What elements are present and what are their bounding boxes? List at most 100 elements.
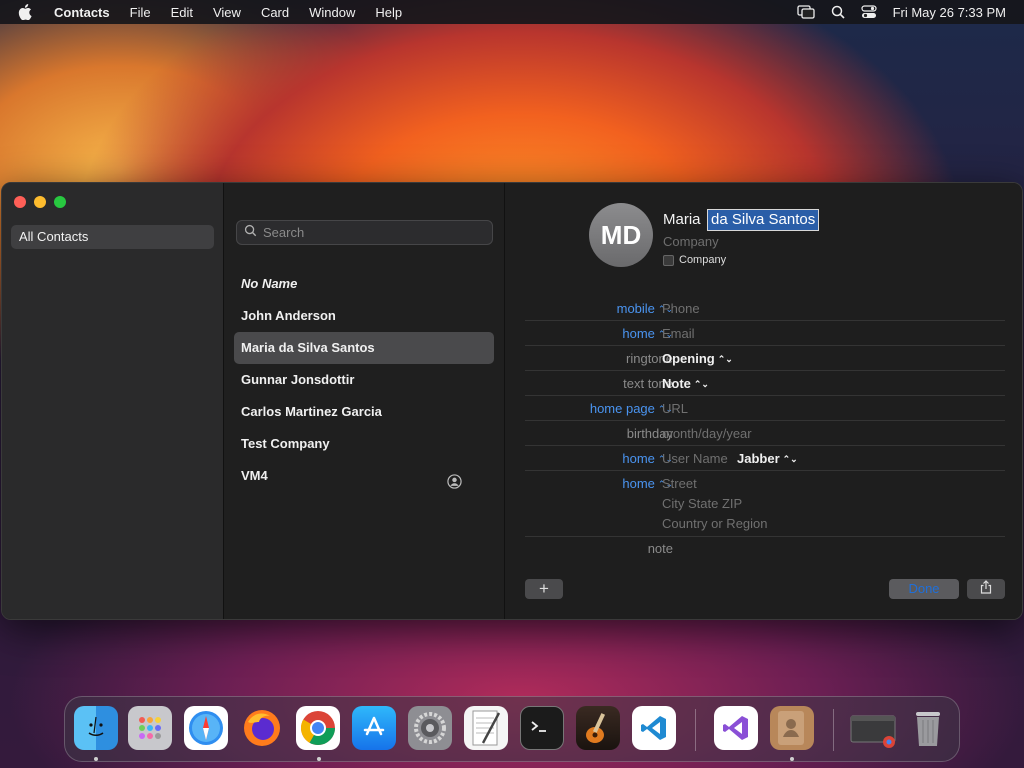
first-name-field[interactable]: Maria bbox=[663, 211, 701, 228]
company-checkbox-label: Company bbox=[679, 254, 727, 266]
zoom-button[interactable] bbox=[54, 196, 66, 208]
contact-item-test-company[interactable]: Test Company bbox=[234, 428, 494, 460]
field-label-text: mobile bbox=[616, 301, 655, 316]
street-input[interactable]: Street bbox=[662, 476, 697, 491]
minimize-button[interactable] bbox=[34, 196, 46, 208]
running-indicator bbox=[94, 757, 98, 761]
done-button[interactable]: Done bbox=[889, 579, 959, 599]
contacts-icon[interactable] bbox=[770, 706, 814, 750]
company-checkbox[interactable]: Company bbox=[663, 254, 726, 266]
running-indicator bbox=[317, 757, 321, 761]
field-label-text: home bbox=[622, 326, 655, 341]
garageband-icon[interactable] bbox=[576, 706, 620, 750]
contact-item-john-anderson[interactable]: John Anderson bbox=[234, 300, 494, 332]
country-input[interactable]: Country or Region bbox=[662, 516, 768, 531]
im-service-select[interactable]: Jabber ⌃⌄ bbox=[737, 451, 798, 466]
field-row-instant-message: home ⌃⌄ User Name Jabber ⌃⌄ bbox=[525, 446, 1005, 471]
menu-app-name[interactable]: Contacts bbox=[54, 5, 110, 20]
ringtone-value: Opening bbox=[662, 351, 715, 366]
terminal-icon[interactable] bbox=[520, 706, 564, 750]
add-field-button[interactable]: + bbox=[525, 579, 563, 599]
menu-window[interactable]: Window bbox=[309, 5, 355, 20]
contact-item-label: No Name bbox=[241, 276, 298, 291]
chrome-window-icon[interactable] bbox=[848, 706, 900, 750]
contact-item-label: VM4 bbox=[241, 468, 268, 483]
contact-item-label: Gunnar Jonsdottir bbox=[241, 372, 355, 387]
contact-item-label: Test Company bbox=[241, 436, 330, 451]
contact-item-vm4[interactable]: VM4 bbox=[234, 460, 494, 492]
note-input[interactable] bbox=[662, 541, 962, 557]
contact-item-label: Carlos Martinez Garcia bbox=[241, 404, 382, 419]
url-input[interactable]: URL bbox=[662, 401, 688, 416]
share-button[interactable] bbox=[967, 579, 1005, 599]
field-row-email: home ⌃⌄ Email bbox=[525, 321, 1005, 346]
menu-edit[interactable]: Edit bbox=[171, 5, 193, 20]
text-tone-select[interactable]: Note ⌃⌄ bbox=[662, 376, 709, 391]
visual-studio-icon[interactable] bbox=[714, 706, 758, 750]
my-card-icon bbox=[447, 469, 462, 501]
textedit-icon[interactable] bbox=[464, 706, 508, 750]
avatar[interactable]: MD bbox=[589, 203, 653, 267]
sidebar-item-all-contacts[interactable]: All Contacts bbox=[11, 225, 214, 249]
chrome-icon[interactable] bbox=[296, 706, 340, 750]
checkbox-box[interactable] bbox=[663, 254, 674, 266]
contact-item-gunnar-jonsdottir[interactable]: Gunnar Jonsdottir bbox=[234, 364, 494, 396]
phone-input[interactable]: Phone bbox=[662, 301, 700, 316]
screen-mirroring-icon[interactable] bbox=[796, 5, 815, 19]
trash-icon[interactable] bbox=[906, 706, 950, 750]
field-label-text: home bbox=[622, 476, 655, 491]
field-row-address: home ⌃⌄ Street City State ZIP Country or … bbox=[525, 471, 1005, 537]
dock-separator bbox=[833, 709, 834, 751]
spotlight-search-icon[interactable] bbox=[831, 5, 845, 19]
contact-list: No Name John Anderson Maria da Silva San… bbox=[224, 183, 505, 619]
control-center-icon[interactable] bbox=[860, 5, 877, 19]
dock-separator bbox=[695, 709, 696, 751]
running-indicator bbox=[790, 757, 794, 761]
window-controls bbox=[14, 196, 66, 208]
sidebar: All Contacts bbox=[2, 183, 224, 619]
contact-item-label: Maria da Silva Santos bbox=[241, 340, 375, 355]
field-label-text: home page bbox=[589, 401, 655, 416]
search-input[interactable] bbox=[263, 225, 483, 240]
contact-item-no-name[interactable]: No Name bbox=[234, 268, 494, 300]
contact-item-carlos-martinez-garcia[interactable]: Carlos Martinez Garcia bbox=[234, 396, 494, 428]
safari-icon[interactable] bbox=[184, 706, 228, 750]
menu-help[interactable]: Help bbox=[375, 5, 402, 20]
menu-view[interactable]: View bbox=[213, 5, 241, 20]
search-field[interactable] bbox=[236, 220, 493, 245]
city-state-zip-input[interactable]: City State ZIP bbox=[662, 496, 742, 511]
contact-card: MD Maria da Silva Santos Company Company… bbox=[505, 183, 1022, 619]
field-row-note: note bbox=[525, 536, 1005, 561]
company-field[interactable]: Company bbox=[663, 234, 719, 249]
last-name-field[interactable]: da Silva Santos bbox=[707, 209, 820, 231]
email-input[interactable]: Email bbox=[662, 326, 695, 341]
field-label-home-page[interactable]: home page ⌃⌄ bbox=[590, 401, 673, 416]
apple-menu-icon[interactable] bbox=[18, 4, 38, 20]
chevron-updown-icon: ⌃⌄ bbox=[693, 379, 709, 389]
field-row-mobile: mobile ⌃⌄ Phone bbox=[525, 296, 1005, 321]
menu-card[interactable]: Card bbox=[261, 5, 289, 20]
chevron-updown-icon: ⌃⌄ bbox=[782, 454, 798, 464]
field-label-text: home bbox=[622, 451, 655, 466]
birthday-input[interactable]: month/day/year bbox=[662, 426, 752, 441]
username-input[interactable]: User Name bbox=[662, 451, 728, 466]
menu-clock[interactable]: Fri May 26 7:33 PM bbox=[893, 5, 1006, 20]
contact-item-label: John Anderson bbox=[241, 308, 336, 323]
field-row-text-tone: text tone Note ⌃⌄ bbox=[525, 371, 1005, 396]
app-store-icon[interactable] bbox=[352, 706, 396, 750]
contacts-window: All Contacts No Name John Anderson Maria… bbox=[1, 182, 1023, 620]
firefox-icon[interactable] bbox=[240, 706, 284, 750]
menu-bar: Contacts File Edit View Card Window Help… bbox=[0, 0, 1024, 24]
close-button[interactable] bbox=[14, 196, 26, 208]
menu-file[interactable]: File bbox=[130, 5, 151, 20]
text-tone-value: Note bbox=[662, 376, 691, 391]
ringtone-select[interactable]: Opening ⌃⌄ bbox=[662, 351, 733, 366]
field-row-ringtone: ringtone Opening ⌃⌄ bbox=[525, 346, 1005, 371]
im-service-value: Jabber bbox=[737, 451, 780, 466]
field-row-birthday: birthday month/day/year bbox=[525, 421, 1005, 446]
contact-item-maria-da-silva-santos[interactable]: Maria da Silva Santos bbox=[234, 332, 494, 364]
launchpad-icon[interactable] bbox=[128, 706, 172, 750]
system-settings-icon[interactable] bbox=[408, 706, 452, 750]
vscode-icon[interactable] bbox=[632, 706, 676, 750]
finder-icon[interactable] bbox=[74, 706, 118, 750]
